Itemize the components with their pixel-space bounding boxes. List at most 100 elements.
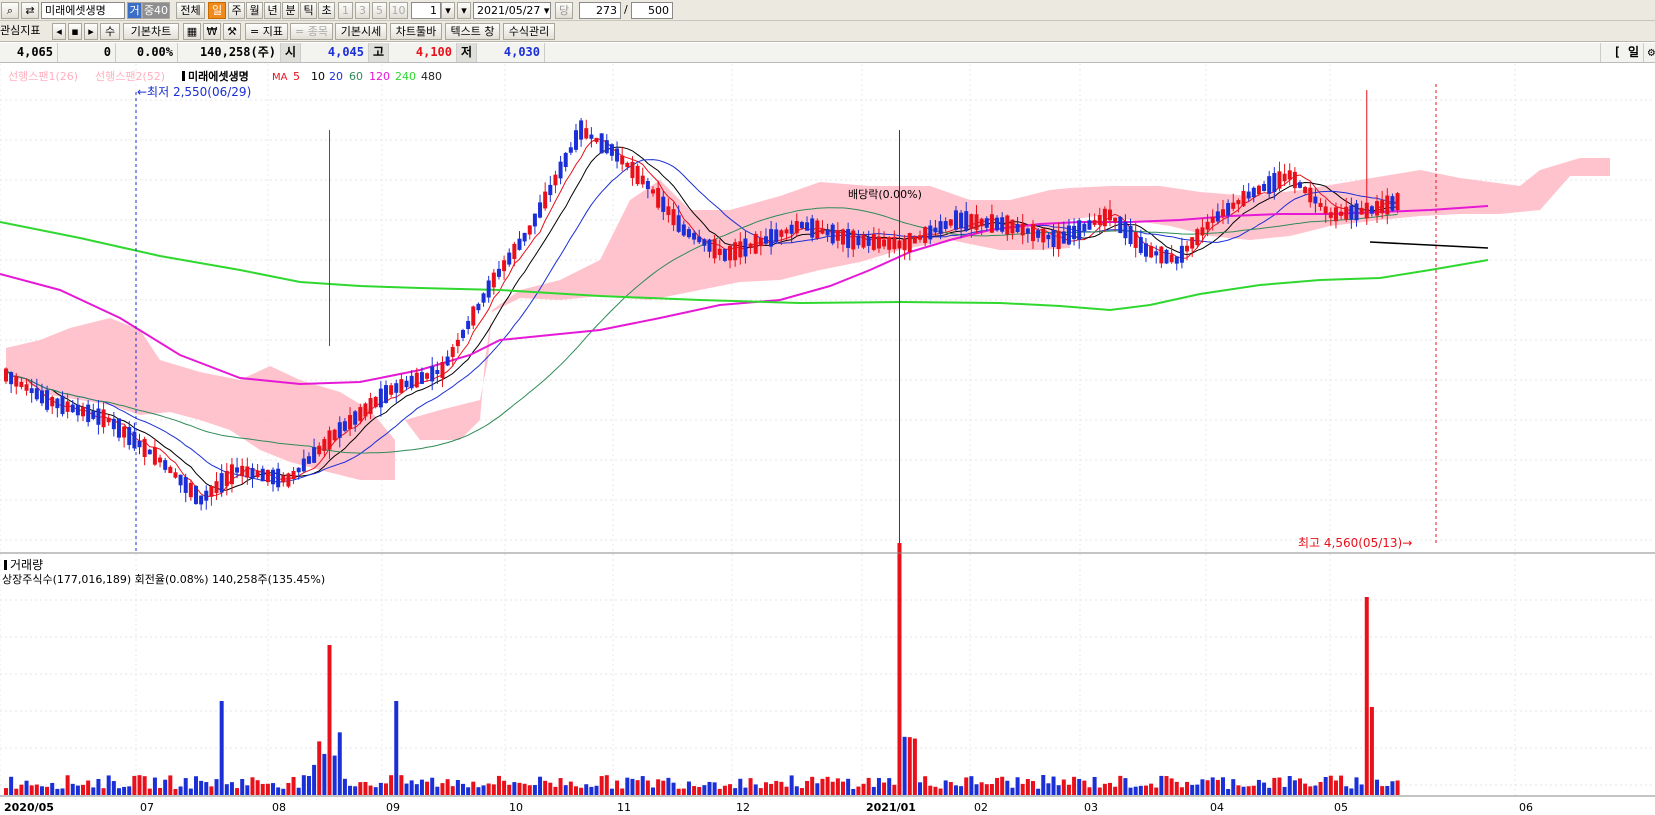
period-second-button[interactable]: 초 [318, 2, 335, 19]
volume-bar [312, 764, 317, 795]
search-icon[interactable]: ⌕ [1, 2, 19, 19]
candle-body [70, 404, 75, 413]
n5-button[interactable]: 5 [372, 2, 387, 19]
date-input[interactable]: 2021/05/27 ▾ [473, 2, 551, 19]
candle-body [173, 472, 178, 478]
volume-bar [1277, 777, 1282, 795]
candle-body [1339, 211, 1344, 216]
volume-bar [127, 786, 132, 795]
candle-body [532, 213, 537, 227]
scroll-left-icon[interactable]: ◂ [52, 23, 66, 40]
candle-body [651, 189, 656, 194]
chart-toolbar-button[interactable]: 차트툴바 [390, 23, 442, 40]
abacus-icon[interactable]: ▦ [183, 23, 201, 40]
candle-body [445, 356, 450, 366]
date-dropdown-icon[interactable]: ▾ [544, 4, 550, 17]
candle-body [229, 464, 234, 485]
volume-bar [568, 781, 573, 795]
settings-gear-icon[interactable]: ⚙ [1644, 43, 1655, 62]
candle-body [389, 385, 394, 395]
volume-bar [753, 784, 758, 795]
volume-bar [594, 785, 599, 795]
won-icon[interactable]: ₩ [203, 23, 221, 40]
volume-bar [409, 780, 414, 795]
stock-name-input[interactable]: 미래에셋생명 [41, 2, 125, 19]
candle-body [805, 222, 810, 231]
period-year-button[interactable]: 년 [264, 2, 281, 19]
open-label: 시 [281, 43, 301, 62]
candle-body [1349, 205, 1354, 220]
formula-mgmt-button[interactable]: 수식관리 [503, 23, 555, 40]
basic-chart-button[interactable]: 기본차트 [123, 23, 179, 40]
candle-body [784, 229, 789, 234]
volume-bar [1359, 784, 1364, 795]
period-day-button[interactable]: 일 [208, 2, 226, 19]
volume-bar [348, 785, 353, 795]
volume-bar [224, 784, 229, 795]
jung-tag[interactable]: 중40 [142, 2, 170, 19]
period-all-button[interactable]: 전체 [176, 2, 205, 19]
candle-body [1298, 182, 1303, 188]
candle-body [1251, 187, 1256, 198]
volume-bar [964, 777, 969, 795]
volume-bar [1102, 783, 1107, 795]
sugwan-button[interactable]: 수 [100, 23, 120, 40]
volume-bar [260, 783, 265, 795]
wrench-icon[interactable]: ⚒ [223, 23, 241, 40]
volume-bar [1328, 775, 1333, 795]
basic-quote-button[interactable]: 기본시세 [335, 23, 387, 40]
candle-body [101, 409, 106, 428]
refresh-icon[interactable]: ⇄ [21, 2, 39, 19]
volume-bar [938, 788, 943, 795]
candle-body [1036, 230, 1041, 238]
candle-body [1092, 220, 1097, 225]
jongmok-button[interactable]: = 종목 [290, 23, 333, 40]
n10-button[interactable]: 10 [389, 2, 408, 19]
n1-button[interactable]: 1 [338, 2, 353, 19]
n3-button[interactable]: 3 [355, 2, 370, 19]
date-prev-icon[interactable]: ▾ [457, 2, 471, 19]
candle-body [1318, 202, 1323, 208]
period-month-button[interactable]: 월 [246, 2, 263, 19]
volume-marker [4, 560, 7, 570]
candle-body [353, 411, 358, 425]
period-week-button[interactable]: 주 [228, 2, 245, 19]
volume-bar [815, 783, 820, 795]
volume-bar [461, 783, 466, 795]
legend-ma120: 120 [369, 70, 390, 83]
candle-body [383, 385, 388, 403]
period-tag: [ 일 ] [1600, 43, 1644, 78]
dang-button[interactable]: 당 [555, 2, 573, 19]
candle-body [317, 445, 322, 455]
candle-body [476, 303, 481, 311]
candle-body [630, 161, 635, 179]
total-input[interactable]: 500 [631, 2, 673, 19]
candle-body [137, 440, 142, 448]
volume-bar [907, 737, 912, 795]
candle-body [1375, 201, 1380, 216]
candle-body [286, 473, 291, 487]
trade-tag[interactable]: 거 [127, 2, 142, 19]
scroll-right-icon[interactable]: ▸ [84, 23, 98, 40]
volume-bar [615, 780, 620, 795]
volume-bar [491, 784, 496, 795]
volume-bar [50, 782, 55, 795]
volume-bar [1241, 786, 1246, 795]
indicator-button[interactable]: = 지표 [245, 23, 288, 40]
candle-body [522, 232, 527, 242]
stop-icon[interactable]: ▪ [68, 23, 82, 40]
count-input[interactable]: 273 [579, 2, 621, 19]
period-tick-button[interactable]: 틱 [300, 2, 317, 19]
candle-body [856, 235, 861, 246]
volume-bar [517, 782, 522, 795]
volume-bar [1231, 779, 1236, 795]
volume-bar [599, 776, 604, 795]
candle-body [661, 196, 666, 212]
text-window-button[interactable]: 텍스트 창 [445, 23, 500, 40]
candle-body [769, 229, 774, 247]
unit-input[interactable]: 1 [411, 2, 441, 19]
watchlist-button[interactable]: 관심지표 [0, 23, 48, 40]
period-minute-button[interactable]: 분 [282, 2, 299, 19]
volume-bar [712, 782, 717, 795]
unit-dropdown-icon[interactable]: ▾ [441, 2, 455, 19]
